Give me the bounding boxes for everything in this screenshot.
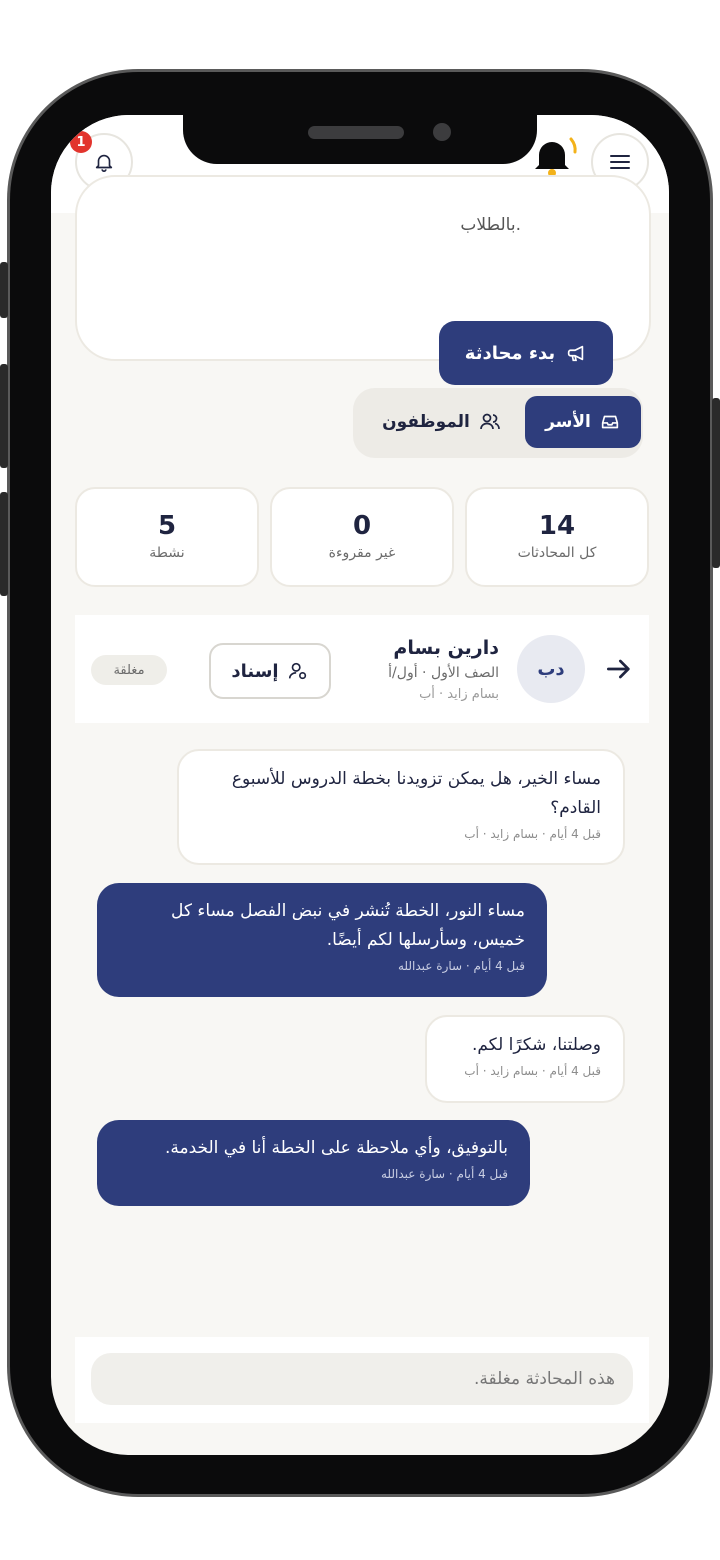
phone-side-button [0, 364, 8, 468]
stat-active-label: نشطة [149, 545, 185, 561]
message-bubble: وصلتنا، شكرًا لكم. قبل 4 أيام · بسام زاي… [425, 1015, 625, 1103]
stat-unread-value: 0 [352, 511, 372, 541]
tab-staff[interactable]: الموظفون [367, 396, 517, 448]
parent-info: بسام زايد · أب [419, 687, 499, 702]
speaker-grille [308, 126, 404, 139]
arrow-right-icon[interactable] [603, 653, 635, 685]
user-assign-icon [288, 662, 306, 680]
megaphone-icon [568, 345, 584, 362]
assign-button[interactable]: إسناد [209, 643, 331, 699]
start-conversation-label: بدء محادثة [464, 342, 556, 364]
message-meta: قبل 4 أيام · بسام زايد · أب [464, 1064, 601, 1078]
stat-active-value: 5 [157, 511, 177, 541]
tab-families[interactable]: الأسر [525, 396, 641, 448]
assign-label: إسناد [231, 660, 279, 682]
phone-side-button [0, 492, 8, 596]
message-text: مساء النور، الخطة تُنشر في نبض الفصل مسا… [170, 901, 525, 950]
phone-notch [183, 114, 537, 164]
message-bubble: بالتوفيق، وأي ملاحظة على الخطة أنا في ال… [97, 1120, 530, 1206]
bell-outline-icon [95, 154, 113, 172]
app-screen: 1 بالطلاب. بدء محادثة الأسر الموظفون 5 ن… [51, 115, 669, 1455]
notification-badge: 1 [70, 131, 92, 153]
message-text: بالتوفيق، وأي ملاحظة على الخطة أنا في ال… [164, 1138, 508, 1158]
conversation-header: دب دارين بسام الصف الأول · أول/أ بسام زا… [75, 615, 649, 723]
start-conversation-button[interactable]: بدء محادثة [439, 321, 613, 385]
message-text: مساء الخير، هل يمكن تزويدنا بخطة الدروس … [231, 769, 601, 818]
stat-active: 5 نشطة [75, 487, 259, 587]
composer: هذه المحادثة مغلقة. [75, 1337, 649, 1423]
stat-unread-label: غير مقروءة [328, 545, 396, 561]
users-icon [479, 413, 500, 430]
intro-text: بالطلاب. [460, 215, 521, 235]
status-badge: مغلقة [91, 655, 167, 685]
audience-toggle: الأسر الموظفون [353, 388, 643, 458]
front-camera [433, 123, 451, 141]
inbox-icon [601, 415, 619, 429]
message-bubble: مساء النور، الخطة تُنشر في نبض الفصل مسا… [97, 883, 547, 997]
closed-conversation-field: هذه المحادثة مغلقة. [91, 1353, 633, 1405]
message-text: وصلتنا، شكرًا لكم. [471, 1035, 601, 1055]
phone-power-button [712, 398, 720, 568]
tab-staff-label: الموظفون [382, 412, 470, 432]
avatar: دب [517, 635, 585, 703]
intro-card: بالطلاب. بدء محادثة [75, 175, 651, 385]
phone-side-button [0, 262, 8, 318]
stat-all-label: كل المحادثات [517, 545, 597, 561]
tab-families-label: الأسر [545, 412, 591, 432]
message-meta: قبل 4 أيام · سارة عبدالله [380, 1167, 508, 1181]
menu-icon [610, 155, 630, 169]
message-meta: قبل 4 أيام · بسام زايد · أب [464, 827, 601, 841]
class-info: الصف الأول · أول/أ [388, 665, 499, 681]
message-meta: قبل 4 أيام · سارة عبدالله [397, 959, 525, 973]
contact-name: دارين بسام [393, 637, 499, 659]
stat-unread: 0 غير مقروءة [270, 487, 454, 587]
message-bubble: مساء الخير، هل يمكن تزويدنا بخطة الدروس … [177, 749, 625, 865]
stat-all-value: 14 [538, 511, 576, 541]
stat-all: 14 كل المحادثات [465, 487, 649, 587]
